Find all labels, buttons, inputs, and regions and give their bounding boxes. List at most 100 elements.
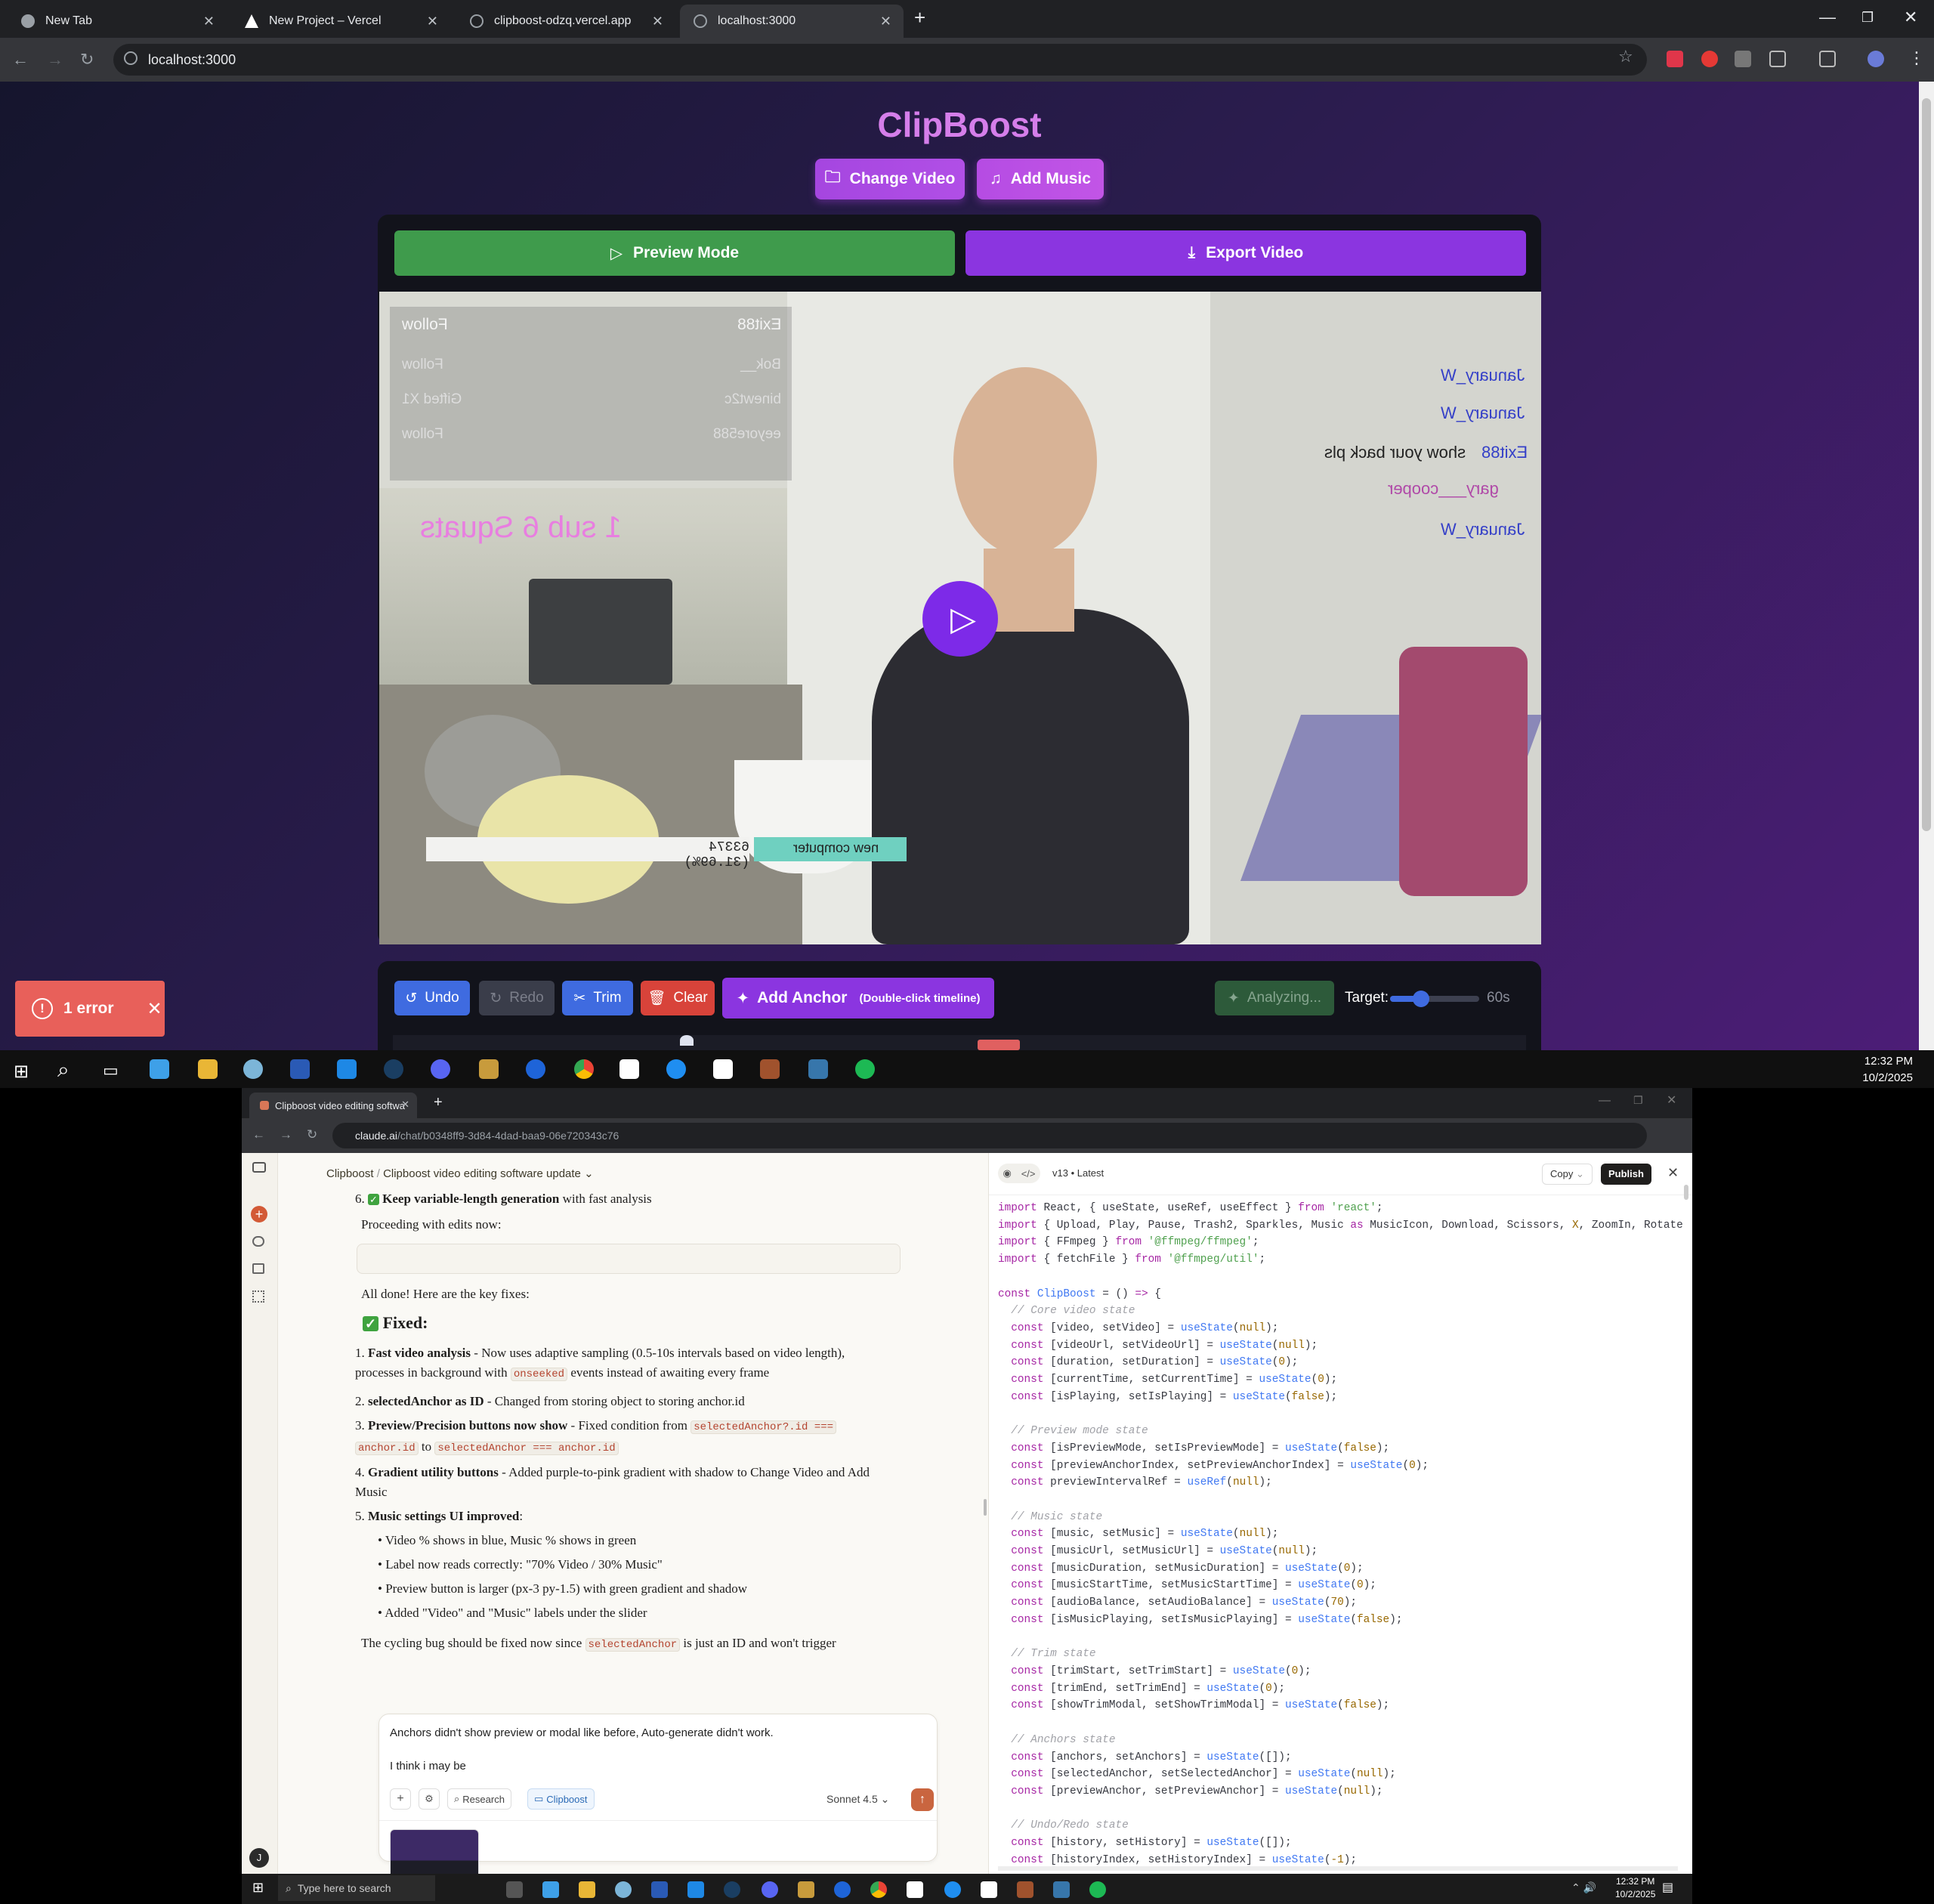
- chrome-icon[interactable]: [574, 1059, 594, 1079]
- projects-icon[interactable]: [252, 1263, 264, 1274]
- project-chip[interactable]: ▭ Clipboost: [527, 1788, 595, 1810]
- pocket-extension-icon[interactable]: [1667, 51, 1683, 67]
- version-label[interactable]: v13 • Latest: [1052, 1167, 1104, 1179]
- export-video-button[interactable]: ⤓ Export Video: [965, 230, 1526, 276]
- code-h-scrollbar[interactable]: [998, 1866, 1678, 1871]
- game-icon[interactable]: [760, 1059, 780, 1079]
- add-music-button[interactable]: ♫ Add Music: [977, 159, 1104, 199]
- composer-text-line[interactable]: Anchors didn't show preview or modal lik…: [390, 1726, 774, 1739]
- extension-red-icon[interactable]: [1701, 51, 1718, 67]
- breadcrumb-project[interactable]: Clipboost: [326, 1167, 374, 1180]
- restore-button[interactable]: ❐: [1633, 1094, 1643, 1107]
- paint-icon[interactable]: [243, 1059, 263, 1079]
- close-window-button[interactable]: ✕: [1904, 8, 1917, 27]
- search-icon[interactable]: ⌕: [57, 1058, 70, 1083]
- paint-icon[interactable]: [615, 1881, 632, 1898]
- close-icon[interactable]: ✕: [203, 14, 215, 29]
- python-icon[interactable]: [808, 1059, 828, 1079]
- page-scroll-thumb[interactable]: [1922, 98, 1931, 831]
- spotify-icon[interactable]: [855, 1059, 875, 1079]
- taskbar-search-box[interactable]: ⌕ Type here to search: [278, 1875, 435, 1901]
- minimize-button[interactable]: —: [1599, 1094, 1611, 1108]
- tray-icons[interactable]: ⌃ 🔊: [1571, 1881, 1596, 1894]
- tab-clipboost-vercel[interactable]: clipboost-odzq.vercel.app ✕: [456, 5, 675, 38]
- notion-icon[interactable]: [713, 1059, 733, 1079]
- powershell-icon[interactable]: [290, 1059, 310, 1079]
- reload-icon[interactable]: ↻: [307, 1127, 317, 1142]
- url-field[interactable]: localhost:3000: [113, 44, 1647, 76]
- cursor-icon[interactable]: [666, 1059, 686, 1079]
- playhead-marker[interactable]: [680, 1035, 694, 1046]
- restore-button[interactable]: ❐: [1861, 10, 1874, 26]
- code-icon[interactable]: </>: [1021, 1168, 1036, 1179]
- trim-button[interactable]: ✂ Trim: [562, 981, 633, 1015]
- task-view-icon[interactable]: ▭: [103, 1061, 119, 1080]
- attach-button[interactable]: +: [390, 1788, 411, 1810]
- tab-localhost[interactable]: localhost:3000 ✕: [680, 5, 904, 38]
- app-blue-icon[interactable]: [834, 1881, 851, 1898]
- add-anchor-button[interactable]: ✦ Add Anchor (Double-click timeline): [722, 978, 994, 1018]
- extension-gray-icon[interactable]: [1735, 51, 1751, 67]
- new-tab-button[interactable]: +: [434, 1094, 443, 1111]
- artifacts-icon[interactable]: [252, 1290, 264, 1303]
- forward-icon[interactable]: →: [280, 1127, 292, 1142]
- preview-mode-button[interactable]: ▷ Preview Mode: [394, 230, 955, 276]
- capcut-icon[interactable]: [619, 1059, 639, 1079]
- play-button[interactable]: ▷: [922, 581, 998, 657]
- back-icon[interactable]: ←: [252, 1127, 265, 1142]
- publish-button[interactable]: Publish: [1601, 1164, 1651, 1185]
- vscode-icon[interactable]: [687, 1881, 704, 1898]
- composer-text-line[interactable]: I think i may be: [390, 1760, 466, 1773]
- python-icon[interactable]: [1053, 1881, 1070, 1898]
- reload-icon[interactable]: ↻: [80, 50, 94, 70]
- windows-start-icon[interactable]: ⊞: [252, 1880, 264, 1896]
- discord-icon[interactable]: [431, 1059, 450, 1079]
- new-tab-button[interactable]: +: [914, 6, 925, 29]
- steam-icon[interactable]: [724, 1881, 740, 1898]
- undo-button[interactable]: ↺ Undo: [394, 981, 470, 1015]
- close-icon[interactable]: ✕: [1667, 1165, 1679, 1181]
- file-explorer-icon[interactable]: [579, 1881, 595, 1898]
- task-view-icon[interactable]: [506, 1881, 523, 1898]
- tab-new-tab[interactable]: New Tab ✕: [8, 5, 227, 38]
- powershell-icon[interactable]: [651, 1881, 668, 1898]
- app-blue-icon[interactable]: [526, 1059, 545, 1079]
- send-button[interactable]: ↑: [911, 1788, 934, 1811]
- url-field[interactable]: claude.ai/chat/b0348ff9-3d84-4dad-baa9-0…: [332, 1123, 1647, 1148]
- pane-resize-handle[interactable]: [984, 1499, 987, 1516]
- spotify-icon[interactable]: [1089, 1881, 1106, 1898]
- tab-vercel[interactable]: New Project – Vercel ✕: [231, 5, 450, 38]
- research-button[interactable]: ⌕ Research: [447, 1788, 511, 1810]
- profile-avatar[interactable]: [1868, 51, 1884, 67]
- code-scrollbar-thumb[interactable]: [1684, 1185, 1688, 1200]
- file-explorer-icon[interactable]: [198, 1059, 218, 1079]
- breadcrumb-chat-title[interactable]: Clipboost video editing software update: [383, 1167, 581, 1180]
- notion-icon[interactable]: [981, 1881, 997, 1898]
- sidebar-toggle-icon[interactable]: [252, 1162, 266, 1173]
- chrome-icon[interactable]: [870, 1881, 887, 1898]
- clear-button[interactable]: 🗑 Clear: [641, 981, 715, 1015]
- copy-button[interactable]: Copy ⌄: [1542, 1164, 1593, 1185]
- target-slider[interactable]: [1390, 991, 1479, 1007]
- steam-icon[interactable]: [384, 1059, 403, 1079]
- redo-button[interactable]: ↻ Redo: [479, 981, 555, 1015]
- chats-icon[interactable]: [252, 1236, 264, 1247]
- timeline-track[interactable]: [393, 1035, 1526, 1050]
- app-icon[interactable]: [150, 1059, 169, 1079]
- eye-icon[interactable]: ◉: [1003, 1167, 1011, 1179]
- close-icon[interactable]: ✕: [652, 14, 663, 29]
- tab-claude[interactable]: Clipboost video editing softwa ✕: [249, 1093, 417, 1118]
- user-avatar[interactable]: J: [249, 1848, 269, 1868]
- capcut-icon[interactable]: [907, 1881, 923, 1898]
- error-toast[interactable]: ! 1 error ✕: [15, 981, 165, 1037]
- preview-code-toggle[interactable]: ◉ </>: [998, 1164, 1040, 1183]
- forward-icon[interactable]: →: [47, 50, 63, 70]
- change-video-button[interactable]: 🗀 Change Video: [815, 159, 965, 199]
- game-icon[interactable]: [1017, 1881, 1033, 1898]
- league-icon[interactable]: [479, 1059, 499, 1079]
- site-info-icon[interactable]: [124, 51, 137, 65]
- analyzing-button[interactable]: ✦ Analyzing...: [1215, 981, 1334, 1015]
- close-icon[interactable]: ✕: [880, 14, 891, 29]
- extensions-puzzle-icon[interactable]: [1769, 51, 1786, 67]
- back-icon[interactable]: ←: [12, 50, 29, 70]
